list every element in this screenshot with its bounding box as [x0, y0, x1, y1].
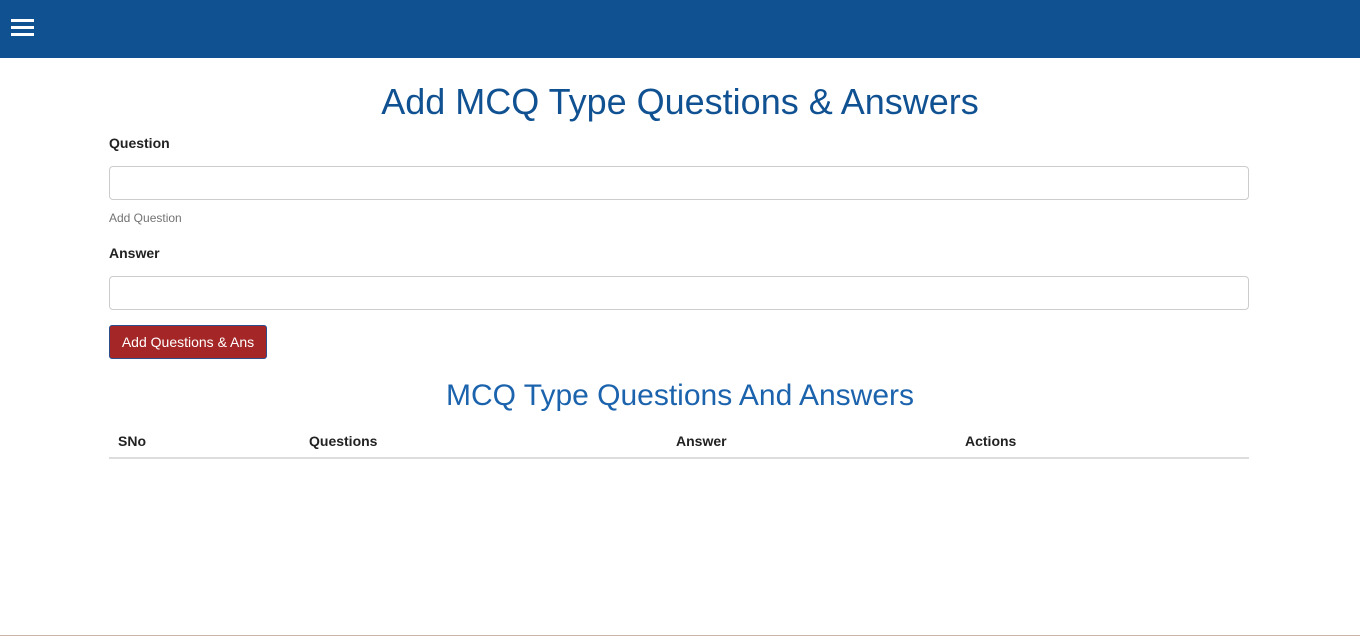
hamburger-menu-icon[interactable]: [11, 19, 34, 37]
column-header-answer: Answer: [667, 424, 956, 459]
hamburger-line: [11, 26, 34, 29]
answer-input[interactable]: [109, 276, 1249, 310]
table-header-row: SNo Questions Answer Actions: [109, 424, 1249, 459]
column-header-actions: Actions: [956, 424, 1249, 459]
add-questions-button[interactable]: Add Questions & Ans: [109, 325, 267, 359]
question-input[interactable]: [109, 166, 1249, 200]
page-title: Add MCQ Type Questions & Answers: [381, 81, 979, 122]
hamburger-line: [11, 33, 34, 36]
answer-label: Answer: [109, 245, 160, 261]
qa-table: SNo Questions Answer Actions: [109, 424, 1249, 459]
column-header-sno: SNo: [109, 424, 300, 459]
section-title: MCQ Type Questions And Answers: [445, 379, 914, 412]
column-header-questions: Questions: [300, 424, 667, 459]
hamburger-line: [11, 19, 34, 22]
question-label: Question: [109, 135, 170, 151]
question-help-text: Add Question: [109, 211, 182, 225]
top-navbar: [0, 0, 1360, 58]
footer-divider: [0, 635, 1360, 636]
